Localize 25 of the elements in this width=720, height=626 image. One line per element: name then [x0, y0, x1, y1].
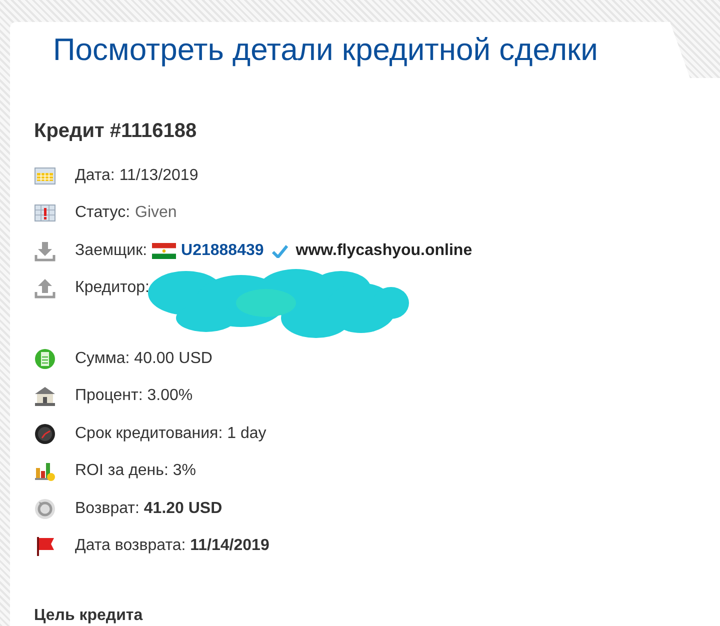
bar-chart-icon — [34, 460, 56, 482]
detail-text: Дата возврата: 11/14/2019 — [75, 537, 270, 556]
flag-icon — [152, 242, 176, 259]
refresh-icon — [34, 498, 56, 520]
detail-text: Срок кредитования: 1 day — [75, 424, 266, 443]
website-text: www.flycashyou.online — [296, 242, 472, 260]
detail-label: Кредитор: — [75, 279, 150, 298]
detail-text: Дата: 11/13/2019 — [75, 166, 198, 185]
detail-text: Процент: 3.00% — [75, 387, 193, 406]
detail-text: Возврат: 41.20 USD — [75, 500, 222, 518]
calendar-alert-icon — [34, 202, 56, 224]
bank-icon — [34, 385, 56, 408]
detail-text: ROI за день: 3% — [75, 462, 196, 480]
loan-heading: Кредит #1116188 — [34, 120, 198, 143]
status-value: Given — [135, 204, 177, 222]
section-heading: Цель кредита — [34, 607, 144, 625]
download-icon — [34, 240, 56, 262]
calendar-icon — [34, 164, 56, 187]
detail-text: Сумма: 40.00 USD — [75, 350, 212, 368]
page-title: Посмотреть детали кредитной сделки — [53, 32, 598, 68]
detail-label: Статус: — [75, 204, 130, 222]
flag-icon — [34, 535, 56, 558]
user-link[interactable]: U21888439 — [181, 242, 264, 260]
upload-icon — [34, 277, 56, 300]
detail-label: Заемщик: — [75, 242, 148, 260]
